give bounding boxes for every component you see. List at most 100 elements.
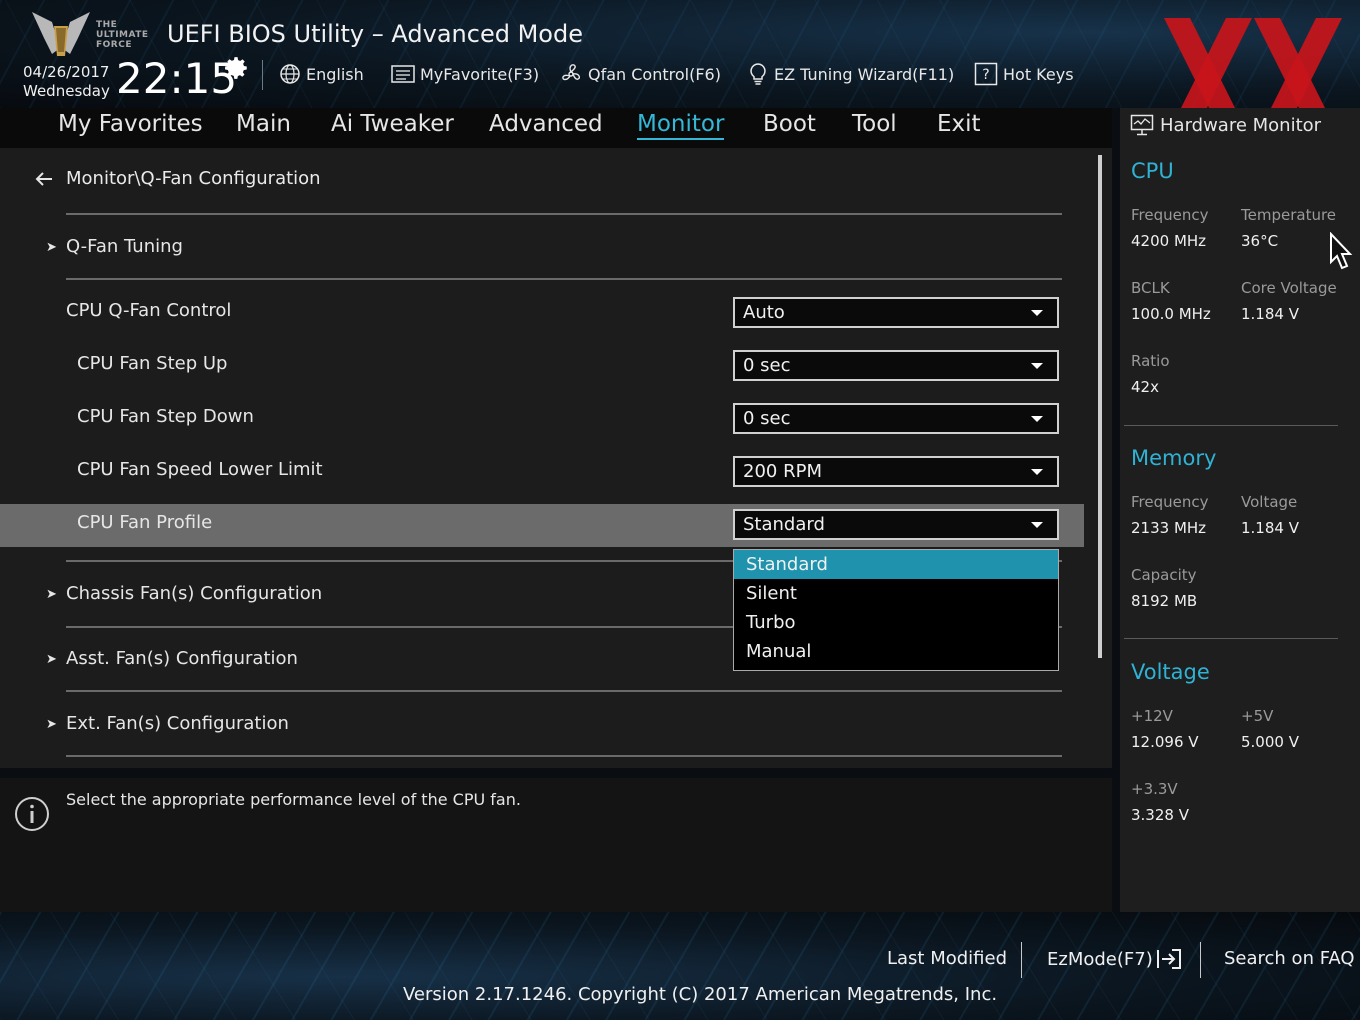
hw-cpu-heading: CPU (1131, 159, 1174, 183)
tab-advanced[interactable]: Advanced (489, 111, 603, 137)
last-modified-button[interactable]: Last Modified (887, 948, 1007, 969)
tab-boot[interactable]: Boot (763, 111, 816, 137)
cpu-fan-step-up-value: 0 sec (743, 355, 791, 376)
hw-mem-voltage-label: Voltage (1241, 493, 1298, 511)
ez-tuning-label: EZ Tuning Wizard(F11) (774, 64, 955, 84)
last-modified-label: Last Modified (887, 948, 1008, 969)
lightbulb-icon (750, 63, 766, 85)
hw-memory-heading: Memory (1131, 446, 1217, 470)
ez-tuning-button[interactable]: EZ Tuning Wizard(F11) (747, 61, 954, 87)
dropdown-option-manual[interactable]: Manual (734, 637, 1058, 666)
asst-fan-config-link[interactable]: Asst. Fan(s) Configuration (66, 648, 298, 669)
chevron-right-icon: ➤ (46, 240, 57, 255)
date-text: 04/26/2017 (23, 63, 110, 81)
hw-capacity-value: 8192 MB (1131, 592, 1198, 610)
hw-cpu-frequency-label: Frequency (1131, 206, 1209, 224)
hw-divider (1124, 425, 1338, 426)
divider (66, 213, 1062, 215)
hw-mem-frequency-label: Frequency (1131, 493, 1209, 511)
qfan-control-button[interactable]: Qfan Control(F6) (559, 61, 721, 87)
gear-icon[interactable] (224, 55, 250, 81)
cpu-fan-step-down-label: CPU Fan Step Down (77, 406, 254, 427)
language-label: English (306, 64, 364, 84)
hw-core-voltage-label: Core Voltage (1241, 279, 1337, 297)
dropdown-caret-icon (1031, 416, 1043, 422)
tab-tool[interactable]: Tool (852, 111, 897, 137)
svg-text:?: ? (982, 67, 989, 83)
hw-3v3-value: 3.328 V (1131, 806, 1189, 824)
cpu-fan-speed-lower-limit-select[interactable]: 200 RPM (733, 456, 1059, 487)
cpu-fan-speed-lower-limit-value: 200 RPM (743, 461, 822, 482)
fan-profile-dropdown-list: Standard Silent Turbo Manual (733, 549, 1059, 671)
hot-keys-label: Hot Keys (1003, 64, 1074, 84)
scrollbar[interactable] (1098, 155, 1102, 658)
favorite-list-icon (391, 65, 415, 83)
dropdown-caret-icon (1031, 310, 1043, 316)
divider (66, 278, 1062, 280)
hw-12v-value: 12.096 V (1131, 733, 1199, 751)
clock-time: 22:15 (116, 54, 238, 103)
search-faq-button[interactable]: Search on FAQ (1224, 948, 1355, 969)
qfan-tuning-link[interactable]: Q-Fan Tuning (66, 236, 183, 257)
search-faq-label: Search on FAQ (1224, 948, 1355, 969)
cpu-qfan-control-select[interactable]: Auto (733, 297, 1059, 328)
cpu-fan-step-down-select[interactable]: 0 sec (733, 403, 1059, 434)
hw-3v3-label: +3.3V (1131, 780, 1178, 798)
qfan-control-label: Qfan Control(F6) (588, 64, 721, 84)
dropdown-option-turbo[interactable]: Turbo (734, 608, 1058, 637)
hw-mem-voltage-value: 1.184 V (1241, 519, 1299, 537)
tab-my-favorites[interactable]: My Favorites (58, 111, 203, 137)
my-favorite-button[interactable]: MyFavorite(F3) (391, 61, 539, 87)
my-favorite-label: MyFavorite(F3) (420, 64, 540, 84)
hot-keys-button[interactable]: ? Hot Keys (974, 61, 1074, 87)
hw-cpu-frequency-value: 4200 MHz (1131, 232, 1207, 250)
weekday-text: Wednesday (23, 82, 110, 100)
hw-voltage-heading: Voltage (1131, 660, 1210, 684)
cpu-fan-speed-lower-limit-label: CPU Fan Speed Lower Limit (77, 459, 323, 480)
chevron-right-icon: ➤ (46, 587, 57, 602)
tab-main[interactable]: Main (236, 111, 291, 137)
hardware-monitor-title: Hardware Monitor (1160, 114, 1322, 136)
date-display: 04/26/2017 Wednesday (23, 63, 110, 101)
tab-monitor[interactable]: Monitor (637, 111, 725, 140)
cpu-fan-step-up-label: CPU Fan Step Up (77, 353, 228, 374)
hw-bclk-value: 100.0 MHz (1131, 305, 1211, 323)
dropdown-caret-icon (1031, 363, 1043, 369)
exit-to-ezmode-icon (1156, 949, 1181, 969)
footer-separator (1200, 942, 1201, 978)
cpu-fan-step-up-select[interactable]: 0 sec (733, 350, 1059, 381)
hw-core-voltage-value: 1.184 V (1241, 305, 1299, 323)
dropdown-option-silent[interactable]: Silent (734, 579, 1058, 608)
version-text: Version 2.17.1246. Copyright (C) 2017 Am… (403, 984, 998, 1005)
cpu-fan-profile-select[interactable]: Standard (733, 509, 1059, 540)
dropdown-option-standard[interactable]: Standard (734, 550, 1058, 579)
cpu-qfan-control-value: Auto (743, 302, 785, 323)
hw-ratio-label: Ratio (1131, 352, 1170, 370)
globe-icon (280, 64, 300, 84)
info-icon (15, 797, 49, 831)
hw-capacity-label: Capacity (1131, 566, 1197, 584)
cpu-fan-profile-label: CPU Fan Profile (77, 512, 213, 533)
divider (66, 690, 1062, 692)
back-arrow-icon[interactable] (34, 169, 54, 189)
tab-ai-tweaker[interactable]: Ai Tweaker (331, 111, 454, 137)
breadcrumb: Monitor\Q-Fan Configuration (34, 168, 321, 189)
language-button[interactable]: English (279, 61, 364, 87)
cpu-fan-step-down-value: 0 sec (743, 408, 791, 429)
logo-text: THE ULTIMATE FORCE (96, 20, 149, 50)
main-nav: My Favorites Main Ai Tweaker Advanced Mo… (0, 108, 1112, 148)
cpu-qfan-control-label: CPU Q-Fan Control (66, 300, 232, 321)
hw-ratio-value: 42x (1131, 378, 1159, 396)
dropdown-caret-icon (1031, 522, 1043, 528)
ezmode-button[interactable]: EzMode(F7) (1047, 948, 1182, 970)
help-key-icon: ? (974, 62, 998, 86)
breadcrumb-text: Monitor\Q-Fan Configuration (66, 168, 321, 189)
chassis-fan-config-link[interactable]: Chassis Fan(s) Configuration (66, 583, 322, 604)
cpu-fan-profile-value: Standard (743, 514, 825, 535)
tab-exit[interactable]: Exit (937, 111, 981, 137)
help-text: Select the appropriate performance level… (66, 790, 521, 809)
hw-divider (1124, 638, 1338, 639)
dropdown-caret-icon (1031, 469, 1043, 475)
ezmode-label: EzMode(F7) (1047, 948, 1153, 970)
ext-fan-config-link[interactable]: Ext. Fan(s) Configuration (66, 713, 289, 734)
